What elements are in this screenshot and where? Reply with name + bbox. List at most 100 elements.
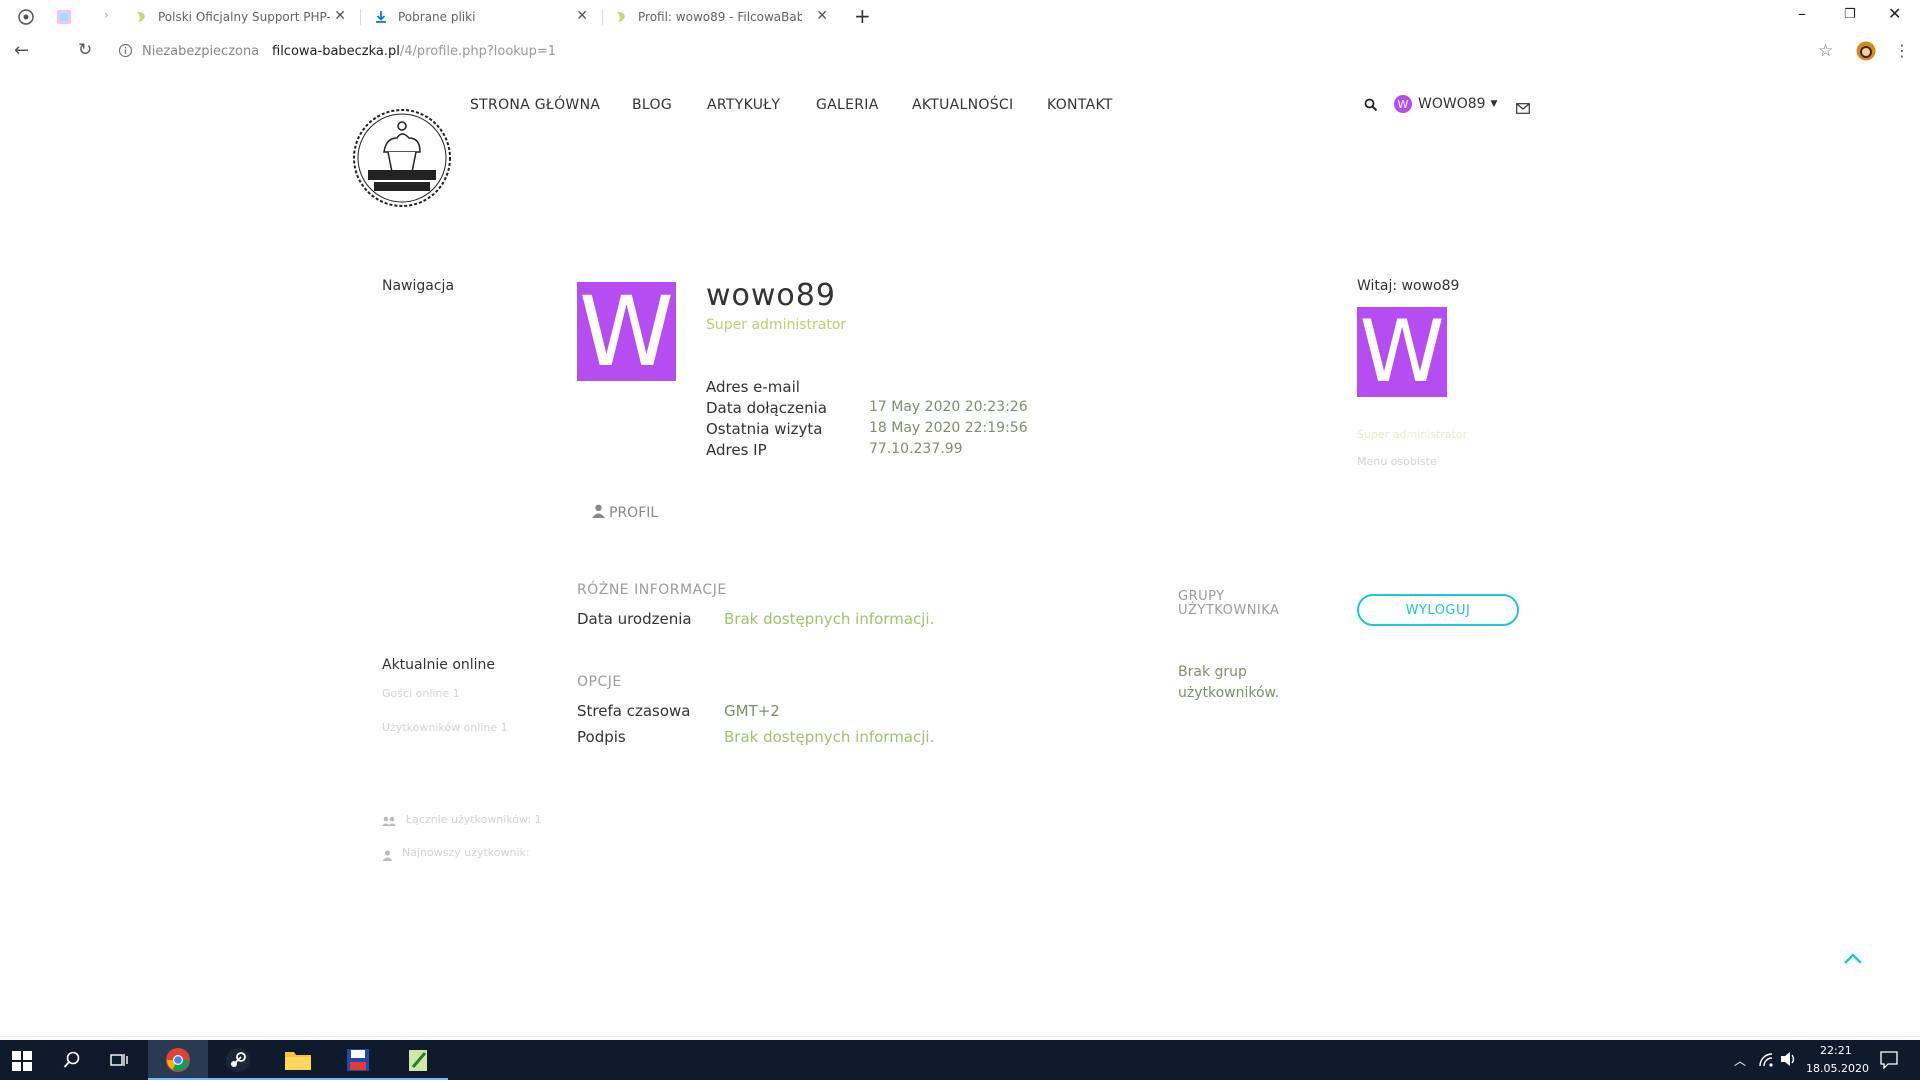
windows-start-icon[interactable] <box>12 1051 32 1075</box>
url-path: /4/profile.php?lookup=1 <box>399 44 557 59</box>
birthday-value: Brak dostępnych informacji. <box>724 610 935 628</box>
clock-time[interactable]: 22:21 <box>1820 1044 1852 1057</box>
groups-section-title: GRUPY UŻYTKOWNIKA <box>1178 589 1280 618</box>
kebab-menu-icon[interactable]: ⋮ <box>1894 41 1910 60</box>
new-tab-button[interactable]: + <box>854 4 871 28</box>
signature-value: Brak dostępnych informacji. <box>724 728 935 746</box>
welcome-text: Witaj: wowo89 <box>1357 278 1460 294</box>
sidebar-nav-title: Nawigacja <box>382 278 455 294</box>
close-tab-icon[interactable]: ✕ <box>576 8 588 24</box>
field-label-joined: Data dołączenia <box>706 399 827 417</box>
logout-label: WYLOGUJ <box>1405 602 1471 618</box>
taskbar-steam[interactable] <box>208 1040 268 1080</box>
mail-icon[interactable] <box>1516 99 1530 118</box>
personal-menu-link[interactable]: Menu osobiste <box>1357 455 1437 468</box>
search-icon[interactable] <box>1364 97 1378 116</box>
nav-contact[interactable]: KONTAKT <box>1047 97 1113 113</box>
tab-title: Polski Oficjalny Support PHP-Fusion <box>158 10 330 24</box>
taskbar-save-app[interactable] <box>328 1040 388 1080</box>
nav-news[interactable]: AKTUALNOŚCI <box>912 97 1013 113</box>
field-value-ip: 77.10.237.99 <box>869 441 963 457</box>
profile-tab-label: PROFIL <box>609 504 659 521</box>
users-online: Użytkowników online 1 <box>382 721 508 734</box>
newest-user: Najnowszy użytkownik: <box>402 846 530 859</box>
url-host: filcowa-babeczka.pl <box>272 44 400 59</box>
address-bar-row: ← ↻ Niezabezpieczona filcowa-babeczka.pl… <box>0 34 1920 70</box>
options-section-title: OPCJE <box>577 674 622 690</box>
field-label-ip: Adres IP <box>706 441 767 459</box>
network-icon[interactable] <box>1758 1052 1774 1072</box>
tab-support[interactable]: Polski Oficjalny Support PHP-Fusion ✕ <box>134 4 352 30</box>
windows-taskbar: ︿ 22:21 18.05.2020 <box>0 1040 1920 1080</box>
nav-articles[interactable]: ARTYKUŁY <box>707 97 780 113</box>
task-view-icon[interactable] <box>110 1052 128 1072</box>
close-window-icon[interactable]: ✕ <box>1888 4 1901 23</box>
security-label[interactable]: Niezabezpieczona <box>142 44 259 59</box>
close-tab-icon[interactable]: ✕ <box>816 8 828 24</box>
url-text[interactable]: filcowa-babeczka.pl/4/profile.php?lookup… <box>272 44 556 59</box>
field-value-joined: 17 May 2020 20:23:26 <box>869 399 1028 415</box>
total-users: Łącznie użytkowników: 1 <box>406 813 542 826</box>
close-tab-icon[interactable]: ✕ <box>334 8 346 24</box>
taskbar-chrome[interactable] <box>148 1040 208 1080</box>
sidebar-role: Super administrator <box>1357 428 1468 441</box>
footer-divider <box>0 1036 1920 1037</box>
tab-title: Pobrane pliki <box>398 10 476 24</box>
download-icon <box>374 10 388 24</box>
user-menu[interactable]: W WOWO89 ▼ <box>1394 95 1497 113</box>
users-icon <box>382 812 396 831</box>
php-fusion-icon <box>614 10 628 24</box>
timezone-label: Strefa czasowa <box>577 702 691 720</box>
site-logo[interactable] <box>352 108 452 208</box>
nav-home[interactable]: STRONA GŁÓWNA <box>470 97 600 113</box>
guests-online: Gości online 1 <box>382 687 460 700</box>
field-label-last-visit: Ostatnia wizyta <box>706 420 823 438</box>
misc-section-title: RÓŻNE INFORMACJE <box>577 582 727 598</box>
profile-role: Super administrator <box>706 317 847 333</box>
user-avatar-small: W <box>1394 95 1412 113</box>
groups-value: Brak grup użytkowników. <box>1178 664 1280 701</box>
sidebar-avatar-letter: W <box>1359 302 1445 402</box>
php-fusion-icon <box>134 10 148 24</box>
clock-date[interactable]: 18.05.2020 <box>1806 1062 1869 1075</box>
sidebar-avatar: W <box>1357 302 1447 402</box>
restore-icon[interactable]: ❐ <box>1844 7 1856 22</box>
tab-profile-section[interactable]: PROFIL <box>592 503 658 522</box>
user-icon <box>382 846 393 865</box>
volume-icon[interactable] <box>1780 1051 1798 1071</box>
scroll-to-top-icon[interactable] <box>1843 950 1863 969</box>
tab-title: Profil: wowo89 - FilcowaBabeczka <box>638 10 802 24</box>
chrome-icon[interactable] <box>18 9 34 29</box>
chevron-up-icon[interactable]: ︿ <box>1734 1052 1746 1069</box>
tab-downloads[interactable]: Pobrane pliki ✕ <box>374 4 594 30</box>
signature-label: Podpis <box>577 728 626 746</box>
taskbar-notepad[interactable] <box>388 1040 448 1080</box>
pinned-tab-icon[interactable] <box>56 9 72 29</box>
user-menu-label: WOWO89 <box>1418 96 1486 112</box>
reload-icon[interactable]: ↻ <box>78 40 92 60</box>
minimize-icon[interactable]: – <box>1798 4 1806 23</box>
tab-profile[interactable]: Profil: wowo89 - FilcowaBabeczka ✕ <box>614 4 834 30</box>
birthday-label: Data urodzenia <box>577 610 692 628</box>
field-value-last-visit: 18 May 2020 22:19:56 <box>869 420 1028 436</box>
back-icon[interactable]: ← <box>14 40 29 61</box>
notification-icon[interactable] <box>1880 1051 1898 1073</box>
nav-blog[interactable]: BLOG <box>632 97 672 113</box>
profile-avatar[interactable] <box>1856 41 1876 65</box>
browser-tabstrip: › Polski Oficjalny Support PHP-Fusion ✕ … <box>0 0 1920 34</box>
user-icon <box>592 503 605 522</box>
pinned-tab-icon-2[interactable]: › <box>104 8 109 22</box>
caret-down-icon: ▼ <box>1490 99 1498 109</box>
bookmark-star-icon[interactable]: ☆ <box>1818 41 1833 61</box>
taskbar-file-explorer[interactable] <box>268 1040 328 1080</box>
profile-username: wowo89 <box>706 278 836 313</box>
nav-gallery[interactable]: GALERIA <box>816 97 879 113</box>
search-icon[interactable] <box>63 1051 81 1073</box>
online-title: Aktualnie online <box>382 657 496 673</box>
timezone-value: GMT+2 <box>724 702 780 720</box>
field-label-email: Adres e-mail <box>706 378 800 396</box>
profile-avatar-large: W <box>577 276 676 388</box>
info-icon[interactable] <box>118 43 133 62</box>
logout-button[interactable]: WYLOGUJ <box>1357 594 1519 626</box>
profile-avatar-letter: W <box>579 275 674 388</box>
